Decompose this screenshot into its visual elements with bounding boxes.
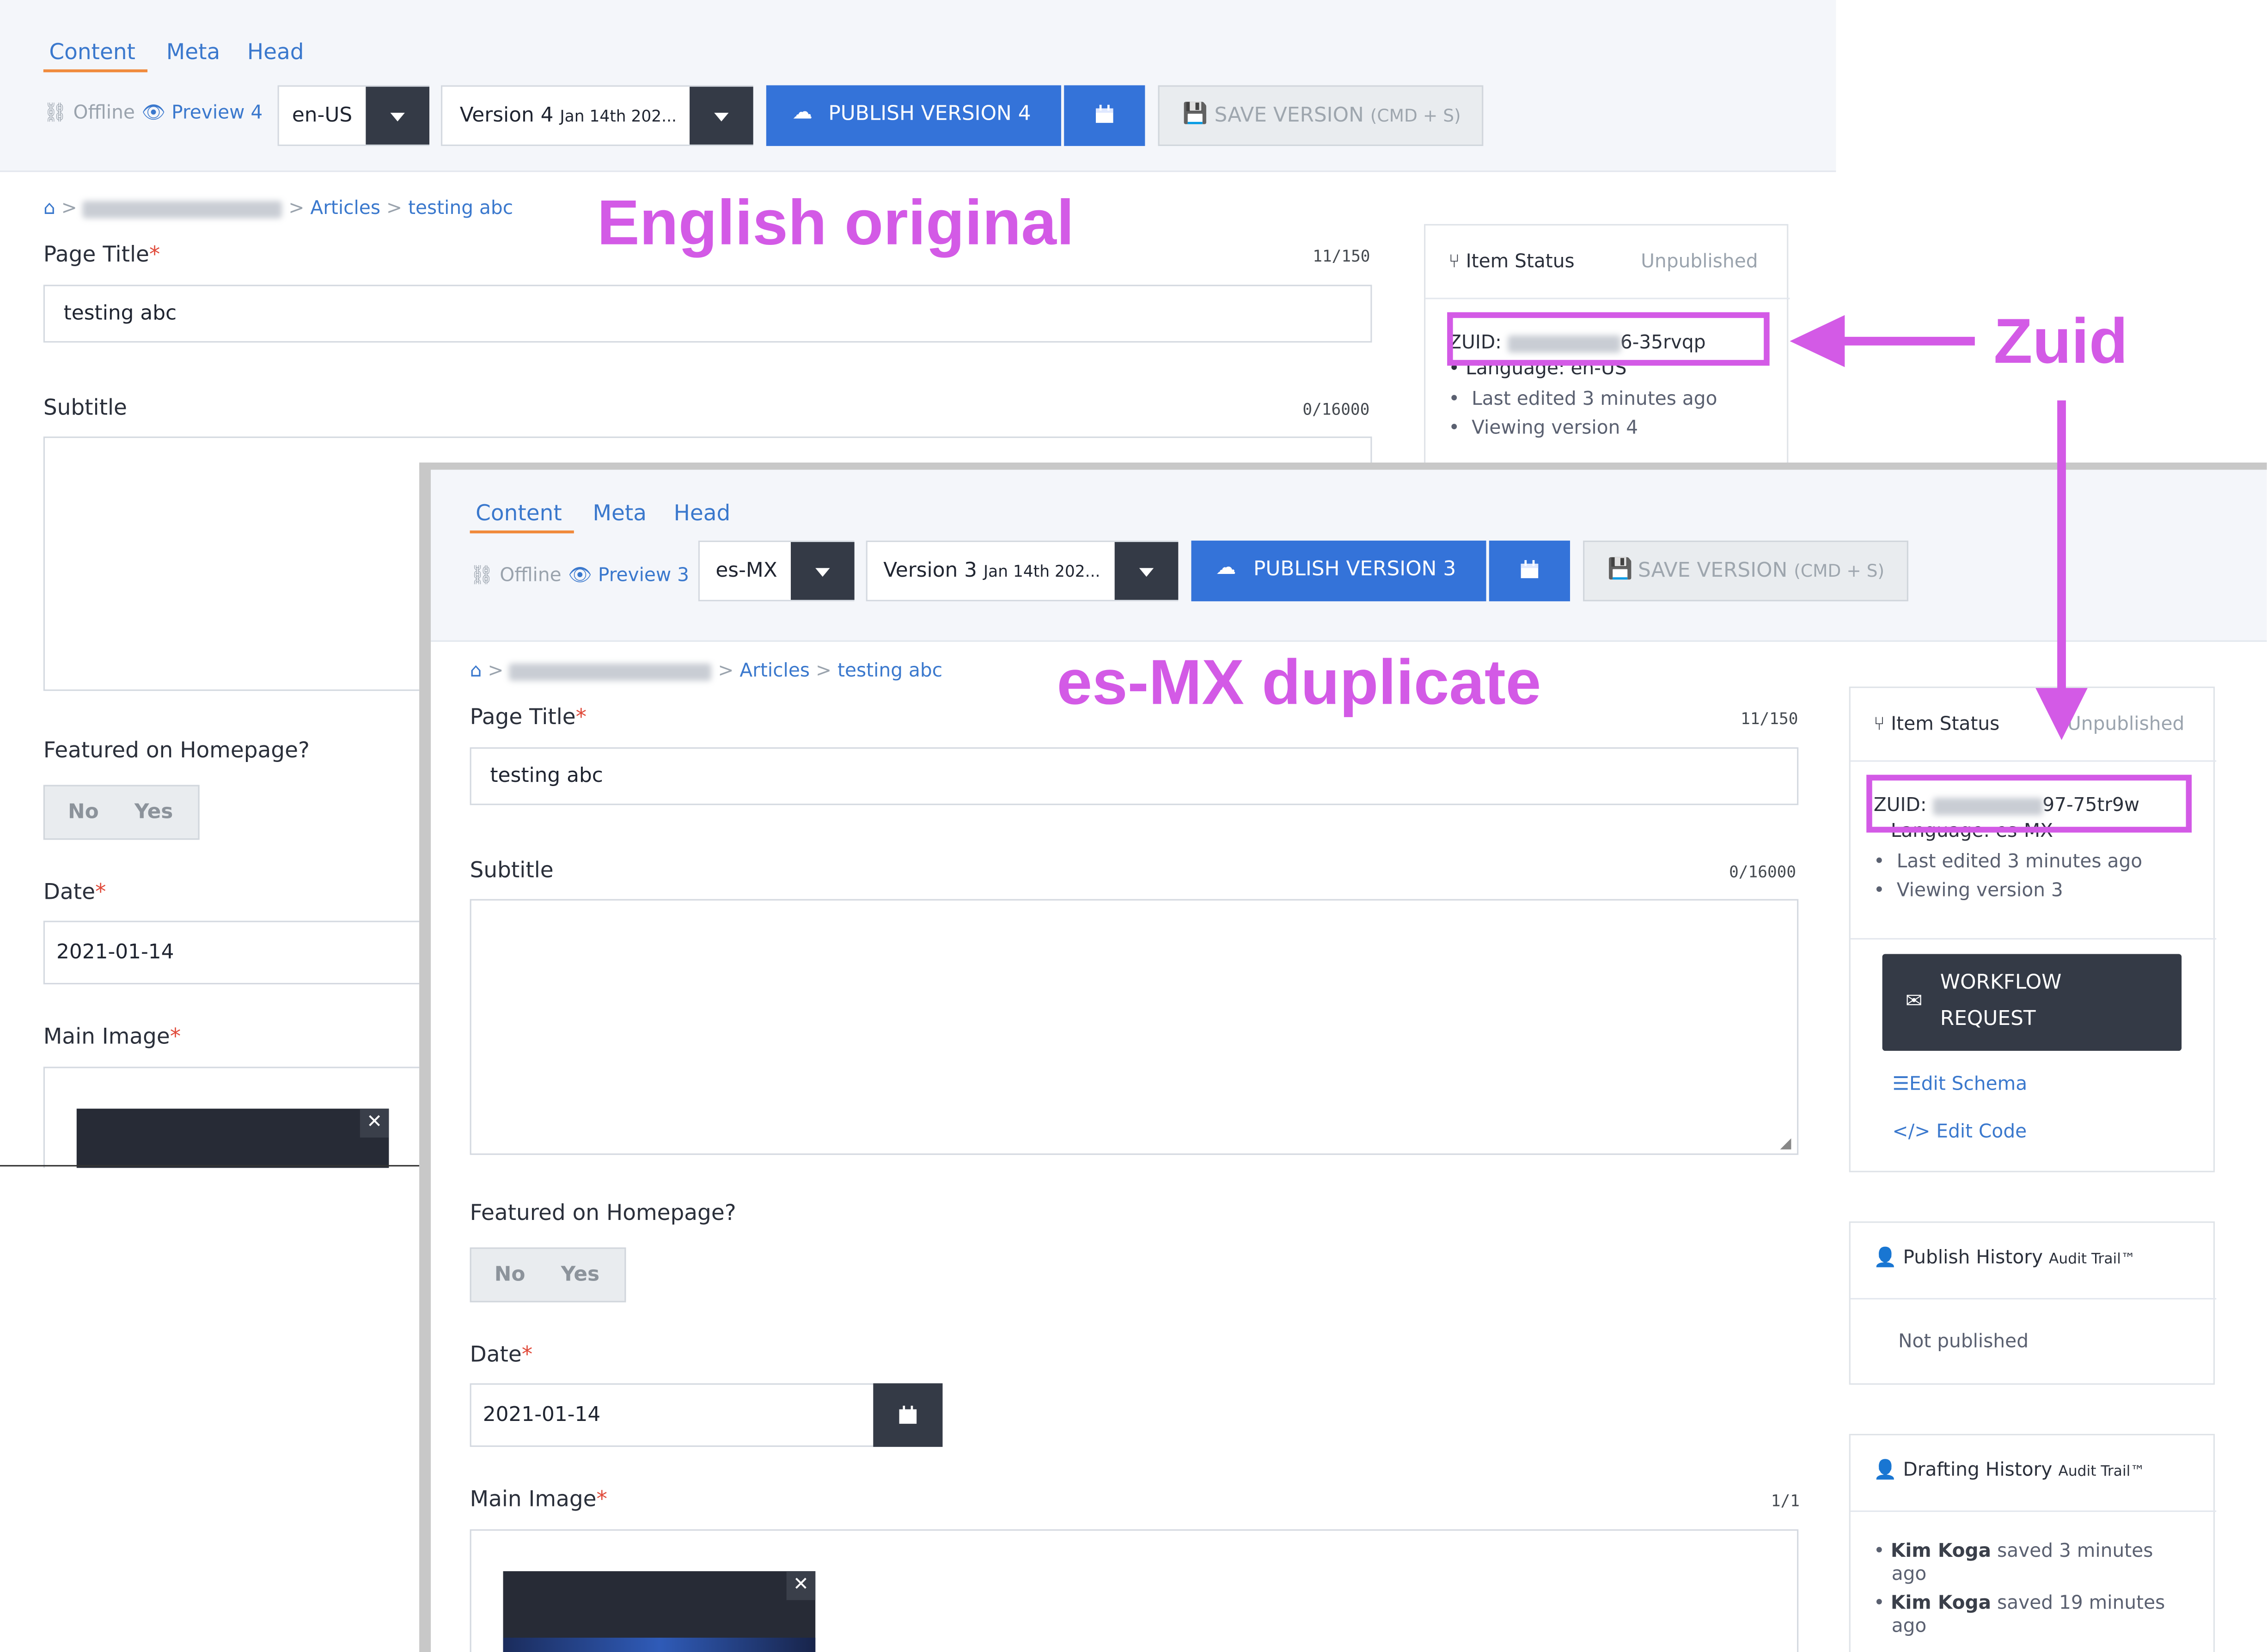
arrow-head-left-icon xyxy=(1790,315,1845,367)
arrow-head-down-icon xyxy=(2035,688,2088,740)
composite-screenshot: Content Meta Head ⛓ Offline 👁 Preview 4 … xyxy=(0,0,2267,1652)
annotation-arrows xyxy=(1790,315,2088,740)
